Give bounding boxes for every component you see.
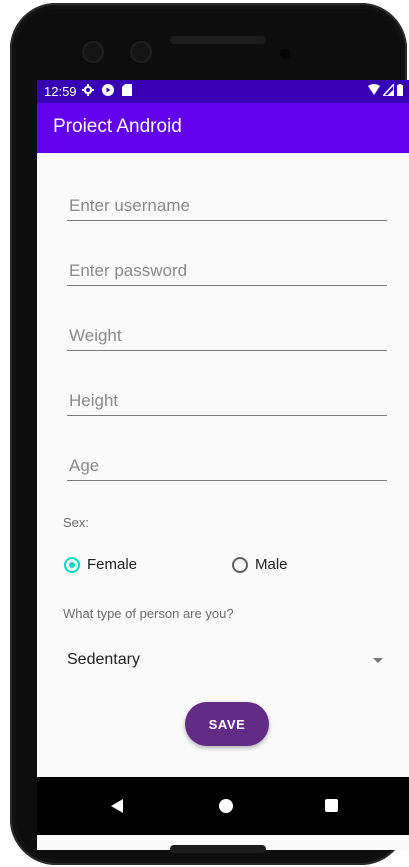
navigation-bar xyxy=(37,777,409,835)
app-bar: Proiect Android xyxy=(37,103,409,153)
device-screen: 12:59 Proiect Android Enter username Wei… xyxy=(37,80,409,850)
weight-input[interactable] xyxy=(67,322,387,350)
radio-female[interactable]: Female xyxy=(64,556,137,573)
status-time: 12:59 xyxy=(44,84,77,99)
bottom-speaker xyxy=(170,845,266,853)
proximity-sensor xyxy=(280,49,290,59)
app-title: Proiect Android xyxy=(53,116,182,137)
height-input[interactable] xyxy=(67,387,387,415)
radio-female-label: Female xyxy=(87,556,138,573)
age-field[interactable] xyxy=(67,452,387,481)
play-icon xyxy=(102,84,114,96)
radio-male-label: Male xyxy=(255,556,288,573)
battery-icon xyxy=(397,84,403,96)
phone-frame: 12:59 Proiect Android Enter username Wei… xyxy=(10,3,409,865)
age-input[interactable] xyxy=(67,452,387,480)
radio-checked-icon[interactable] xyxy=(64,556,80,573)
password-field[interactable] xyxy=(67,257,387,286)
radio-unchecked-icon[interactable] xyxy=(232,556,248,573)
sd-card-icon xyxy=(122,84,132,96)
weight-field[interactable] xyxy=(67,322,387,351)
password-input[interactable] xyxy=(67,257,387,285)
status-bar: 12:59 xyxy=(37,80,409,103)
recents-icon[interactable] xyxy=(325,799,338,812)
username-field[interactable] xyxy=(67,192,387,221)
height-field[interactable] xyxy=(67,387,387,416)
radio-male[interactable]: Male xyxy=(232,556,288,573)
phone-top-bezel xyxy=(10,3,407,79)
back-icon[interactable] xyxy=(111,799,123,813)
save-button[interactable]: SAVE xyxy=(185,702,269,746)
person-type-dropdown[interactable]: Sedentary xyxy=(67,640,387,680)
home-icon[interactable] xyxy=(219,799,233,813)
signal-icon xyxy=(383,84,394,96)
sex-label: Sex: xyxy=(63,515,90,530)
earpiece-speaker xyxy=(170,36,266,44)
front-sensor-icon xyxy=(130,41,152,63)
person-type-selected: Sedentary xyxy=(67,651,140,668)
front-camera-icon xyxy=(82,41,104,63)
username-input[interactable] xyxy=(67,192,387,220)
gear-icon xyxy=(82,84,94,96)
person-type-label: What type of person are you? xyxy=(63,606,234,621)
dropdown-arrow-icon xyxy=(373,657,383,663)
wifi-icon xyxy=(368,84,380,95)
